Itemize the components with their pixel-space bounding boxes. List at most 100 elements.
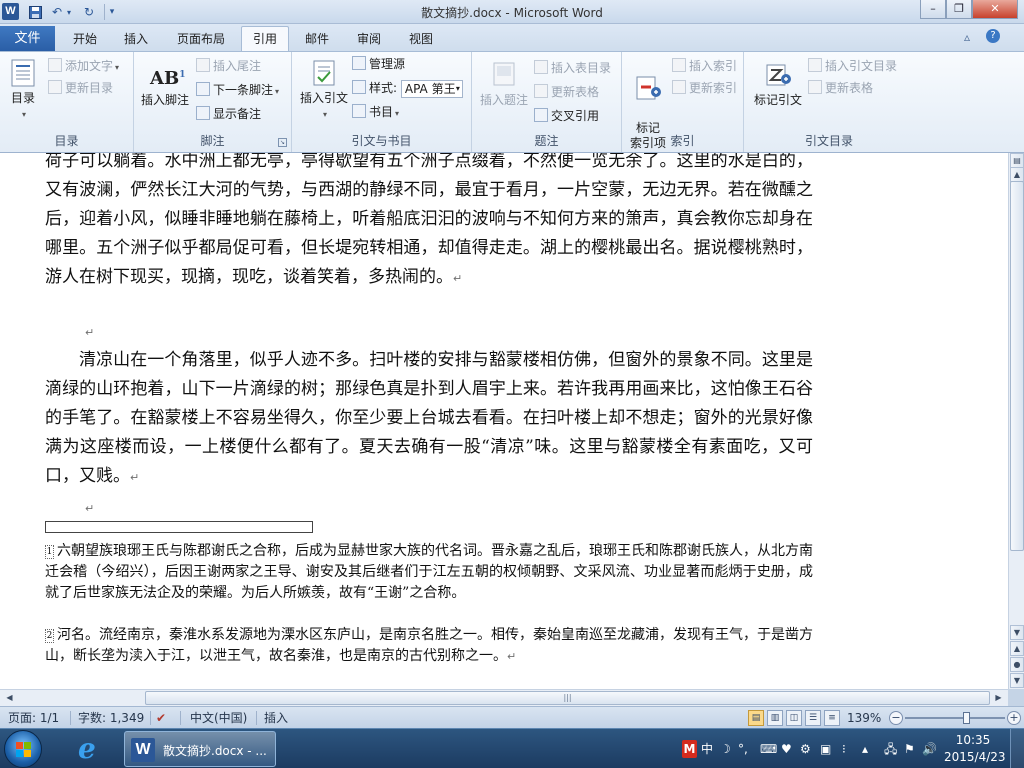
next-page-icon[interactable]: ▼ — [1010, 673, 1024, 688]
document-area[interactable]: 荷子可以躺着。水中洲上都无亭，亭得歇望有五个洲子点缀着，不然便一览无余了。这里的… — [0, 153, 1008, 689]
insert-footnote-button[interactable]: AB1 插入脚注 — [138, 60, 192, 108]
citation-style-control[interactable]: 样式: APA 第王 ▾ — [352, 78, 463, 98]
maximize-button[interactable]: ❐ — [946, 0, 972, 19]
show-desktop-button[interactable] — [1010, 729, 1024, 768]
start-button[interactable] — [4, 730, 42, 768]
taskbar-word-document[interactable]: W 散文摘抄.docx - ... — [124, 731, 276, 767]
ime-logo-icon[interactable]: M — [682, 740, 697, 758]
empty-paragraph[interactable]: ↵ — [45, 493, 813, 522]
ime-menu-icon[interactable]: ⁝ — [842, 740, 846, 758]
cross-reference-button[interactable]: 交叉引用 — [534, 106, 599, 126]
update-toc-button[interactable]: 更新目录 — [48, 78, 113, 98]
tab-references[interactable]: 引用 — [241, 26, 289, 52]
tab-home[interactable]: 开始 — [62, 28, 108, 51]
tab-mailings[interactable]: 邮件 — [295, 28, 339, 51]
volume-icon[interactable]: 🔊 — [922, 740, 937, 758]
zoom-in-icon[interactable]: + — [1007, 711, 1021, 725]
insert-toa-button[interactable]: 插入引文目录 — [808, 56, 897, 76]
horizontal-scrollbar[interactable]: ◀ ||| ▶ — [0, 689, 1008, 706]
paragraph-mark: ↵ — [507, 650, 517, 663]
tab-insert[interactable]: 插入 — [112, 28, 160, 51]
page-count[interactable]: 页面: 1/1 — [8, 710, 59, 726]
zoom-level[interactable]: 139% — [847, 710, 881, 726]
tab-view[interactable]: 视图 — [398, 28, 444, 51]
group-table-of-authorities: 标记引文 插入引文目录 更新表格 引文目录 — [744, 52, 914, 152]
style-icon — [352, 80, 366, 94]
cross-reference-label: 交叉引用 — [551, 109, 600, 123]
insert-caption-button[interactable]: 插入题注 — [476, 60, 532, 108]
update-toa-label: 更新表格 — [825, 81, 874, 95]
vertical-scrollbar[interactable]: ▤ ▲ ▼ ▲ ● ▼ — [1008, 153, 1024, 689]
minimize-ribbon-icon[interactable]: ▵ — [964, 30, 970, 44]
citation-style-dropdown[interactable]: APA 第王 ▾ — [400, 79, 463, 98]
bibliography-button[interactable]: 书目 ▾ — [352, 102, 399, 122]
browse-object-icon[interactable]: ● — [1010, 657, 1024, 672]
web-layout-view-icon[interactable]: ◫ — [786, 710, 802, 726]
scroll-up-icon[interactable]: ▲ — [1010, 167, 1024, 182]
update-toa-icon — [808, 80, 822, 94]
paragraph-1[interactable]: 荷子可以躺着。水中洲上都无亭，亭得歇望有五个洲子点缀着，不然便一览无余了。这里的… — [45, 153, 813, 293]
scroll-left-icon[interactable]: ◀ — [2, 691, 17, 705]
ime-skin-icon[interactable]: ♥ — [781, 740, 792, 758]
insert-mode-indicator[interactable]: 插入 — [264, 710, 288, 726]
empty-paragraph[interactable]: ↵ — [45, 317, 813, 346]
update-index-button[interactable]: 更新索引 — [672, 78, 737, 98]
ime-keyboard-icon[interactable]: ⌨ — [760, 740, 777, 758]
show-notes-label: 显示备注 — [213, 107, 262, 121]
ime-mode-indicator[interactable]: 中 — [701, 740, 713, 758]
group-captions: 插入题注 插入表目录 更新表格 交叉引用 题注 — [472, 52, 622, 152]
insert-index-button[interactable]: 插入索引 — [672, 56, 737, 76]
ime-settings-icon[interactable]: ⚙ — [800, 740, 811, 758]
insert-table-of-figures-button[interactable]: 插入表目录 — [534, 58, 611, 78]
next-footnote-button[interactable]: 下一条脚注 ▾ — [196, 80, 279, 100]
insert-endnote-button[interactable]: 插入尾注 — [196, 56, 261, 76]
scroll-right-icon[interactable]: ▶ — [991, 691, 1006, 705]
show-hidden-icons-icon[interactable]: ▴ — [862, 740, 868, 758]
update-toa-button[interactable]: 更新表格 — [808, 78, 873, 98]
ime-moon-icon[interactable]: ☽ — [720, 740, 731, 758]
draft-view-icon[interactable]: ≡ — [824, 710, 840, 726]
document-page[interactable]: 荷子可以躺着。水中洲上都无亭，亭得歇望有五个洲子点缀着，不然便一览无余了。这里的… — [0, 153, 1008, 689]
minimize-button[interactable]: – — [920, 0, 946, 19]
ruler-toggle-icon[interactable]: ▤ — [1010, 153, 1024, 168]
internet-explorer-button[interactable]: e — [64, 731, 118, 767]
system-clock[interactable]: 10:35 2015/4/23 — [944, 732, 1006, 766]
network-icon[interactable]: 🖧 — [884, 740, 897, 758]
tab-file[interactable]: 文件 — [0, 26, 55, 51]
bibliography-icon — [352, 104, 366, 118]
previous-page-icon[interactable]: ▲ — [1010, 641, 1024, 656]
show-notes-button[interactable]: 显示备注 — [196, 104, 261, 124]
vertical-scroll-thumb[interactable] — [1010, 181, 1024, 551]
toc-button[interactable]: 目录 ▾ — [4, 58, 42, 122]
action-center-icon[interactable]: ⚑ — [904, 740, 915, 758]
footnote-dialog-launcher-icon[interactable]: ↘ — [278, 138, 287, 147]
zoom-slider-knob[interactable] — [963, 712, 970, 724]
paragraph-2[interactable]: 清凉山在一个角落里，似乎人迹不多。扫叶楼的安排与豁蒙楼相仿佛，但窗外的景象不同。… — [45, 346, 813, 492]
language-indicator[interactable]: 中文(中国) — [190, 710, 247, 726]
ime-punctuation-icon[interactable]: °, — [738, 740, 748, 758]
scroll-down-icon[interactable]: ▼ — [1010, 625, 1024, 640]
proofing-icon[interactable]: ✔ — [156, 710, 166, 726]
insert-footnote-label: 插入脚注 — [140, 93, 189, 107]
insert-citation-button[interactable]: 插入引文 ▾ — [296, 58, 352, 122]
tab-page-layout[interactable]: 页面布局 — [168, 28, 234, 51]
close-button[interactable]: ✕ — [972, 0, 1018, 19]
ime-toolbox-icon[interactable]: ▣ — [820, 740, 831, 758]
add-text-button[interactable]: 添加文字 ▾ — [48, 56, 119, 76]
full-screen-reading-view-icon[interactable]: ▥ — [767, 710, 783, 726]
footnote-1[interactable]: 1 六朝望族琅琊王氏与陈郡谢氏之合称，后成为显赫世家大族的代名词。晋永嘉之乱后，琅… — [45, 541, 813, 604]
print-layout-view-icon[interactable]: ▤ — [748, 710, 764, 726]
update-captions-table-button[interactable]: 更新表格 — [534, 82, 599, 102]
zoom-out-icon[interactable]: − — [889, 711, 903, 725]
horizontal-scroll-thumb[interactable]: ||| — [145, 691, 990, 705]
dropdown-arrow-icon: ▾ — [115, 63, 120, 72]
help-icon[interactable]: ? — [986, 29, 1000, 43]
outline-view-icon[interactable]: ☰ — [805, 710, 821, 726]
word-taskbar-icon: W — [131, 738, 155, 762]
manage-sources-button[interactable]: 管理源 — [352, 54, 405, 74]
mark-citation-button[interactable]: 标记引文 — [750, 60, 806, 108]
word-count[interactable]: 字数: 1,349 — [78, 710, 144, 726]
zoom-slider[interactable] — [905, 712, 1005, 724]
tab-review[interactable]: 审阅 — [346, 28, 392, 51]
footnote-2[interactable]: 2 河名。流经南京，秦淮水系发源地为溧水区东庐山，是南京名胜之一。相传，秦始皇南巡… — [45, 625, 813, 667]
